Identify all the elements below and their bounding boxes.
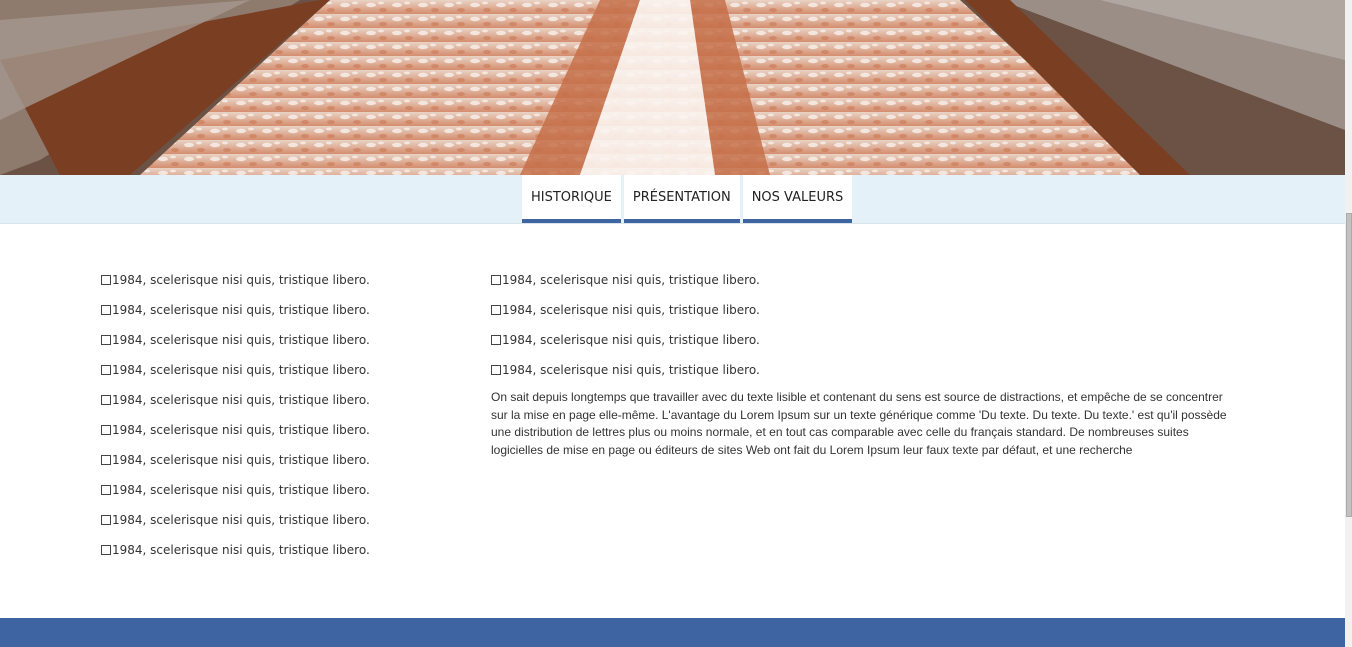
list-item-text: 1984, scelerisque nisi quis, tristique l… [112, 363, 370, 377]
hero-banner-image [0, 0, 1345, 175]
checkbox-icon [101, 395, 111, 405]
list-item: 1984, scelerisque nisi quis, tristique l… [491, 265, 760, 295]
tab-presentation[interactable]: PRÉSENTATION [623, 175, 740, 223]
list-item: 1984, scelerisque nisi quis, tristique l… [101, 355, 370, 385]
checkbox-icon [101, 365, 111, 375]
right-history-list: 1984, scelerisque nisi quis, tristique l… [491, 265, 760, 385]
list-item: 1984, scelerisque nisi quis, tristique l… [491, 325, 760, 355]
checkbox-icon [101, 275, 111, 285]
list-item-text: 1984, scelerisque nisi quis, tristique l… [112, 273, 370, 287]
description-paragraph: On sait depuis longtemps que travailler … [491, 390, 1227, 457]
tab-nos-valeurs[interactable]: NOS VALEURS [742, 175, 853, 223]
checkbox-icon [101, 305, 111, 315]
checkbox-icon [491, 335, 501, 345]
checkbox-icon [101, 515, 111, 525]
vertical-scrollbar[interactable] [1345, 0, 1352, 647]
list-item: 1984, scelerisque nisi quis, tristique l… [101, 505, 370, 535]
left-history-list: 1984, scelerisque nisi quis, tristique l… [101, 265, 370, 565]
list-item: 1984, scelerisque nisi quis, tristique l… [101, 535, 370, 565]
checkbox-icon [491, 305, 501, 315]
list-item-text: 1984, scelerisque nisi quis, tristique l… [502, 273, 760, 287]
checkbox-icon [101, 485, 111, 495]
list-item-text: 1984, scelerisque nisi quis, tristique l… [112, 393, 370, 407]
scrollbar-thumb[interactable] [1346, 213, 1352, 517]
list-item-text: 1984, scelerisque nisi quis, tristique l… [502, 333, 760, 347]
list-item: 1984, scelerisque nisi quis, tristique l… [101, 265, 370, 295]
list-item-text: 1984, scelerisque nisi quis, tristique l… [112, 483, 370, 497]
list-item: 1984, scelerisque nisi quis, tristique l… [491, 295, 760, 325]
list-item-text: 1984, scelerisque nisi quis, tristique l… [112, 513, 370, 527]
list-item: 1984, scelerisque nisi quis, tristique l… [101, 325, 370, 355]
list-item-text: 1984, scelerisque nisi quis, tristique l… [112, 423, 370, 437]
list-item-text: 1984, scelerisque nisi quis, tristique l… [112, 453, 370, 467]
list-item: 1984, scelerisque nisi quis, tristique l… [101, 445, 370, 475]
checkbox-icon [491, 275, 501, 285]
list-item: 1984, scelerisque nisi quis, tristique l… [491, 355, 760, 385]
list-item-text: 1984, scelerisque nisi quis, tristique l… [112, 303, 370, 317]
footer-bar [0, 618, 1345, 647]
list-item-text: 1984, scelerisque nisi quis, tristique l… [112, 543, 370, 557]
tab-bar: HISTORIQUE PRÉSENTATION NOS VALEURS [0, 175, 1345, 224]
list-item-text: 1984, scelerisque nisi quis, tristique l… [112, 333, 370, 347]
checkbox-icon [101, 425, 111, 435]
list-item: 1984, scelerisque nisi quis, tristique l… [101, 295, 370, 325]
checkbox-icon [101, 335, 111, 345]
checkbox-icon [101, 455, 111, 465]
list-item: 1984, scelerisque nisi quis, tristique l… [101, 475, 370, 505]
checkbox-icon [491, 365, 501, 375]
checkbox-icon [101, 545, 111, 555]
tab-historique[interactable]: HISTORIQUE [522, 175, 621, 223]
list-item: 1984, scelerisque nisi quis, tristique l… [101, 415, 370, 445]
list-item: 1984, scelerisque nisi quis, tristique l… [101, 385, 370, 415]
tab-list: HISTORIQUE PRÉSENTATION NOS VALEURS [522, 175, 853, 223]
list-item-text: 1984, scelerisque nisi quis, tristique l… [502, 363, 760, 377]
list-item-text: 1984, scelerisque nisi quis, tristique l… [502, 303, 760, 317]
